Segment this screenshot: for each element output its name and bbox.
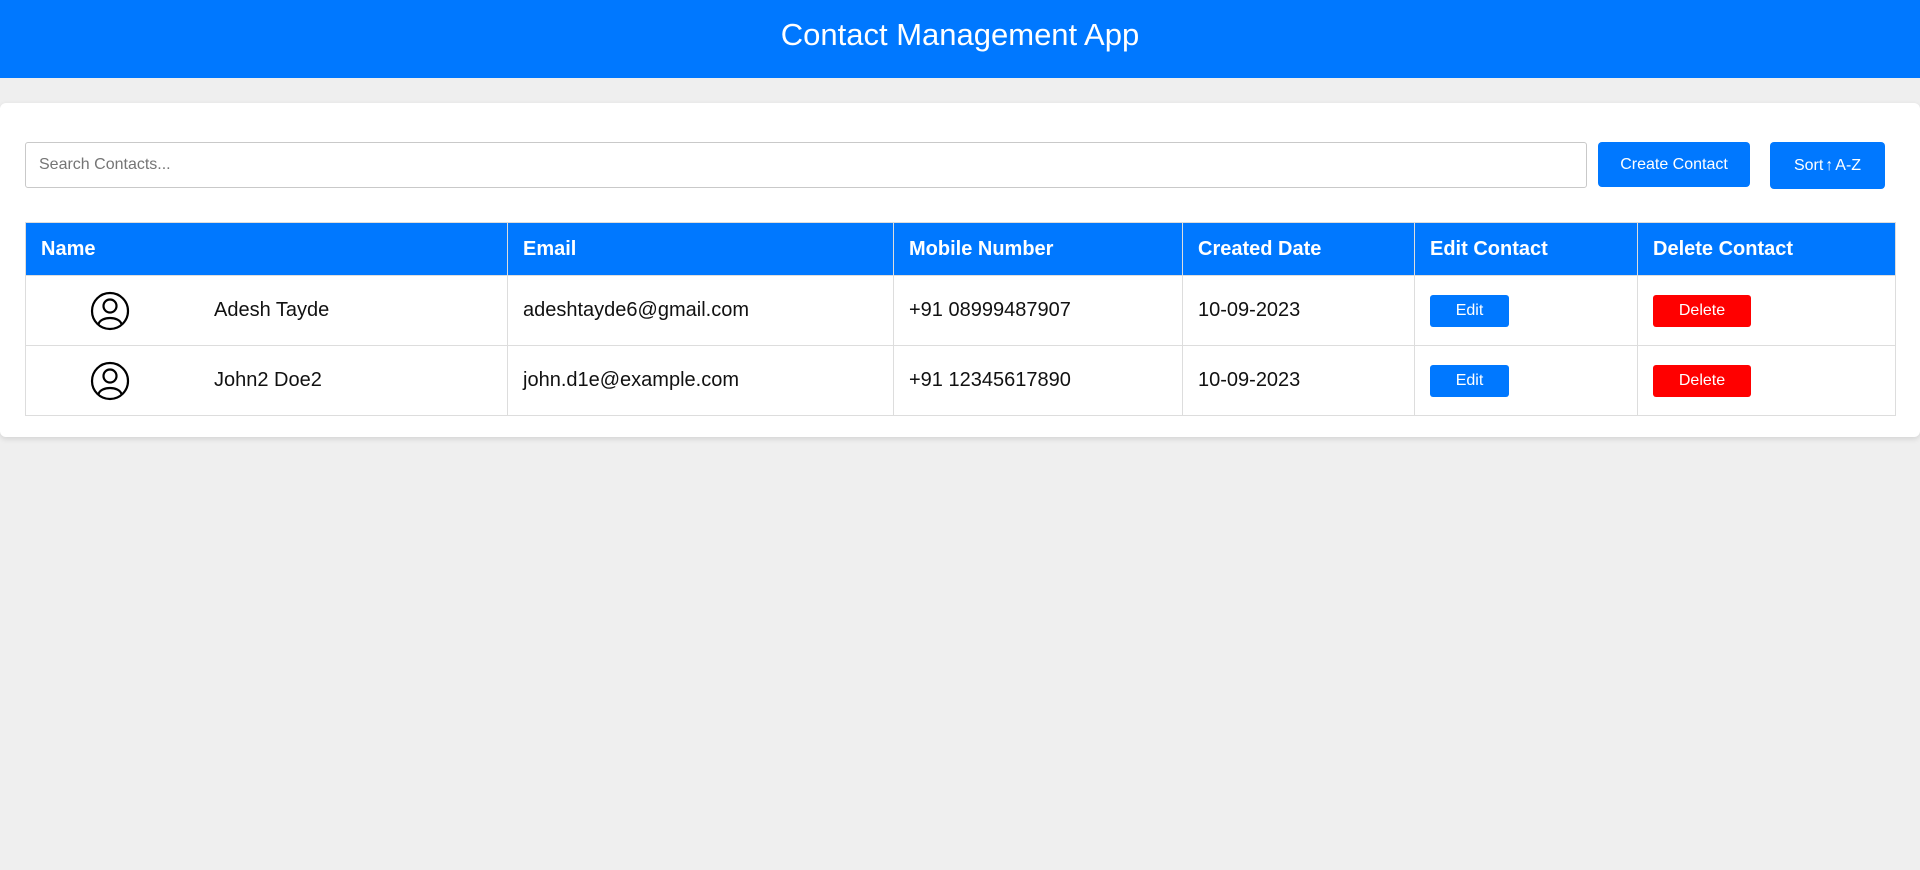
column-header-edit: Edit Contact	[1414, 222, 1638, 276]
arrow-up-icon: ↑	[1825, 156, 1834, 174]
name-cell: John2 Doe2	[25, 345, 508, 416]
edit-cell: Edit	[1414, 275, 1638, 346]
search-input[interactable]	[25, 142, 1587, 188]
sort-label: Sort	[1793, 156, 1824, 174]
table-header-row: Name Email Mobile Number Created Date Ed…	[25, 222, 1896, 276]
contact-created-date: 10-09-2023	[1182, 275, 1415, 346]
contact-mobile: +91 08999487907	[893, 275, 1183, 346]
name-cell: Adesh Tayde	[25, 275, 508, 346]
contacts-table: Name Email Mobile Number Created Date Ed…	[25, 222, 1896, 416]
edit-button[interactable]: Edit	[1430, 294, 1509, 327]
table-row: Adesh Tayde adeshtayde6@gmail.com +91 08…	[25, 275, 1896, 346]
delete-cell: Delete	[1637, 345, 1896, 416]
app-title: Contact Management App	[780, 17, 1140, 52]
contact-name: John2 Doe2	[214, 369, 322, 391]
contacts-panel: Create Contact Sort ↑ A-Z Name Email Mob…	[0, 103, 1920, 437]
contact-email: john.d1e@example.com	[507, 345, 894, 416]
column-header-delete: Delete Contact	[1637, 222, 1896, 276]
user-circle-icon	[90, 291, 130, 330]
contact-mobile: +91 12345617890	[893, 345, 1183, 416]
delete-button[interactable]: Delete	[1653, 364, 1751, 397]
table-row: John2 Doe2 john.d1e@example.com +91 1234…	[25, 345, 1896, 416]
edit-button[interactable]: Edit	[1430, 364, 1509, 397]
column-header-name: Name	[25, 222, 508, 276]
delete-cell: Delete	[1637, 275, 1896, 346]
app-header: Contact Management App	[0, 0, 1920, 78]
column-header-mobile: Mobile Number	[893, 222, 1183, 276]
contact-created-date: 10-09-2023	[1182, 345, 1415, 416]
column-header-created: Created Date	[1182, 222, 1415, 276]
sort-button[interactable]: Sort ↑ A-Z	[1770, 142, 1885, 189]
user-circle-icon	[90, 361, 130, 400]
edit-cell: Edit	[1414, 345, 1638, 416]
delete-button[interactable]: Delete	[1653, 294, 1751, 327]
create-contact-button[interactable]: Create Contact	[1598, 142, 1750, 187]
toolbar: Create Contact Sort ↑ A-Z	[25, 138, 1895, 189]
contact-email: adeshtayde6@gmail.com	[507, 275, 894, 346]
sort-order-label: A-Z	[1835, 156, 1862, 174]
create-contact-label: Create Contact	[1620, 155, 1728, 173]
column-header-email: Email	[507, 222, 894, 276]
contact-name: Adesh Tayde	[214, 299, 330, 321]
